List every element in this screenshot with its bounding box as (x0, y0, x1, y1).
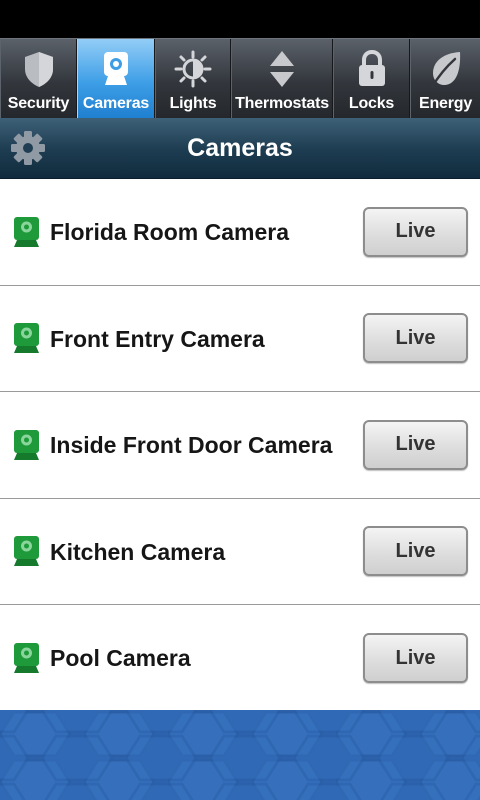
camera-name: Inside Front Door Camera (50, 432, 333, 458)
shield-icon (24, 52, 53, 87)
live-button[interactable]: Live (363, 206, 468, 257)
camera-name: Front Entry Camera (50, 325, 265, 352)
lock-icon (358, 49, 385, 86)
thermostat-icon (270, 51, 294, 87)
status-bar (0, 0, 480, 38)
camera-icon (104, 52, 128, 85)
live-button[interactable]: Live (363, 633, 468, 684)
tab-locks[interactable]: Locks (333, 39, 410, 119)
tab-thermostats[interactable]: Thermostats (231, 39, 333, 119)
live-button[interactable]: Live (363, 526, 468, 577)
camera-status-icon (14, 643, 39, 674)
camera-name: Pool Camera (50, 645, 191, 671)
tab-cameras[interactable]: Cameras (77, 39, 155, 119)
camera-list: Florida Room Camera Live Front Entry Cam… (0, 179, 480, 712)
tab-label-security: Security (7, 95, 70, 112)
camera-status-icon (14, 216, 39, 247)
tab-label-energy: Energy (418, 95, 473, 112)
tab-lights[interactable]: Lights (155, 39, 231, 119)
camera-status-icon (14, 323, 39, 354)
camera-name: Kitchen Camera (50, 538, 226, 565)
leaf-icon (430, 52, 460, 89)
category-tab-bar: Security Cameras Lights Thermostats Lock… (0, 38, 480, 119)
tab-label-locks: Locks (348, 95, 395, 112)
tab-security[interactable]: Security (0, 39, 77, 119)
hexagon-pattern (0, 710, 480, 800)
tab-label-thermostats: Thermostats (235, 95, 329, 112)
tab-label-cameras: Cameras (82, 95, 150, 112)
live-button[interactable]: Live (363, 313, 468, 364)
camera-row: Front Entry Camera Live (0, 285, 480, 392)
camera-row: Kitchen Camera Live (0, 498, 480, 605)
title-bar: Cameras (0, 118, 480, 179)
live-button[interactable]: Live (363, 419, 468, 470)
tab-label-lights: Lights (169, 95, 217, 112)
page-title: Cameras (187, 134, 293, 162)
camera-row: Pool Camera Live (0, 605, 480, 712)
camera-name: Florida Room Camera (50, 219, 289, 245)
camera-status-icon (14, 536, 39, 567)
hexagon-background (0, 710, 480, 800)
tab-energy[interactable]: Energy (410, 39, 480, 119)
light-icon (174, 50, 212, 88)
camera-row: Inside Front Door Camera Live (0, 392, 480, 499)
camera-row: Florida Room Camera Live (0, 179, 480, 286)
camera-status-icon (14, 429, 39, 460)
